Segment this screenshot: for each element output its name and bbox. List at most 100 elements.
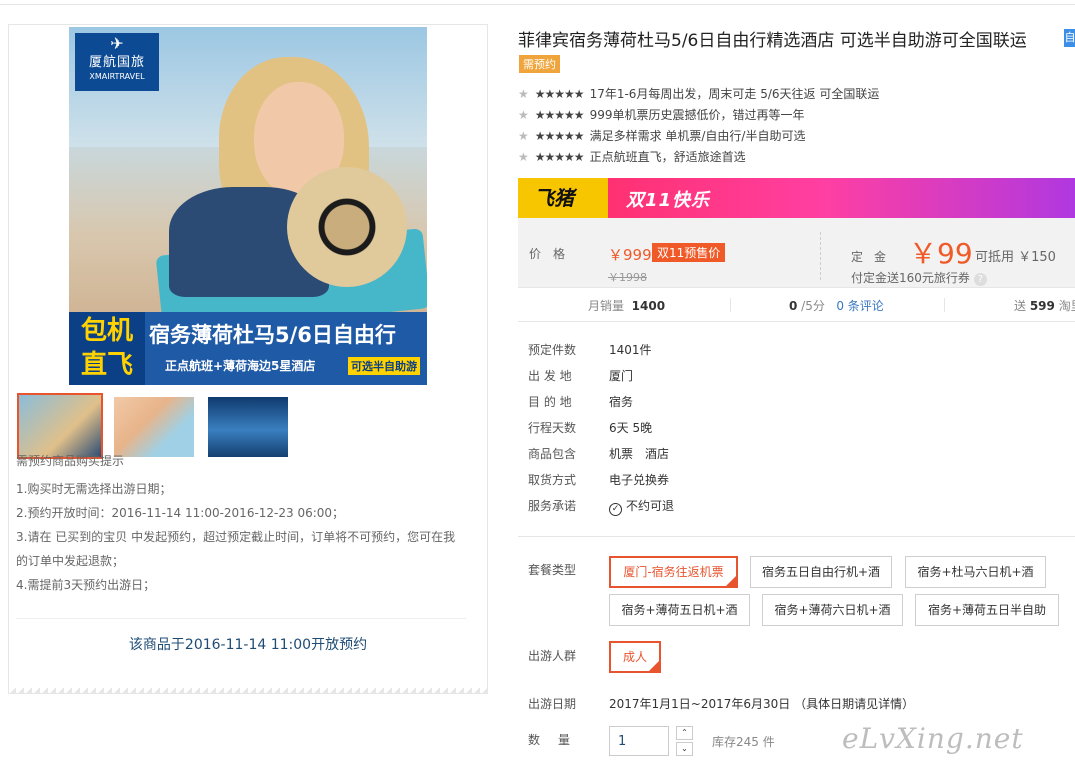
check-circle-icon: ✓ [609,503,622,516]
thumbnail-1[interactable] [17,393,103,459]
brand-name-cn: 厦航国旅 [88,55,145,70]
attr-value: 6天 5晚 [609,421,653,435]
stats-bar: 月销量 1400 0 /5分 0 条评论 送 599 淘里 [518,288,1075,322]
deposit-price: ￥99 [909,237,973,270]
help-icon[interactable]: ? [973,273,987,286]
quantity-decrease-button[interactable]: ⌄ [676,742,693,756]
stats-separator [730,298,731,312]
reservation-notice: 需预约商品购买提示 1.购买时无需选择出游日期； 2.预约开放时间：2016-1… [16,452,466,597]
main-product-image[interactable]: ✈ 厦航国旅 XMAIRTRAVEL 包机 直飞 宿务薄荷杜马5/6日自由行 正… [69,27,427,385]
feature-item: ★ ★★★★★ 满足多样需求 单机票/自由行/半自助可选 [518,128,879,149]
banner-left-line1: 包机 [80,316,133,346]
thumbnail-3[interactable] [208,397,288,457]
zigzag-border [8,688,488,694]
coupon-text: 付定金送160元旅行券 [851,271,970,285]
travel-date-label: 出游日期 [528,697,577,711]
attr-key: 取货方式 [528,473,577,487]
feature-text: 满足多样需求 单机票/自由行/半自助可选 [589,129,806,143]
attr-value: 1401件 [609,343,652,357]
attr-key: 行程天数 [528,421,577,435]
need-reserve-badge: 需预约 [519,55,560,73]
feature-text: 17年1-6月每周出发，周末可走 5/6天往返 可全国联运 [589,87,880,101]
rating-stars: ★★★★★ [534,108,585,122]
thumbnail-2[interactable] [114,397,194,457]
gift-suffix: 淘里 [1058,299,1075,313]
star-icon: ★ [518,87,529,101]
banner-left-line2: 直飞 [80,350,133,380]
deposit-coupon: 付定金送160元旅行券? [851,269,987,286]
score-suffix: /5分 [797,299,825,313]
traveler-type-option[interactable]: 成人 [609,641,661,673]
package-option[interactable]: 宿务+薄荷六日机+酒 [762,594,903,626]
bird-icon: ✈ [110,34,124,53]
top-divider [0,4,1075,5]
original-price: ￥1998 [608,271,647,284]
brand-name-en: XMAIRTRAVEL [89,72,145,81]
star-icon: ★ [518,150,529,164]
attr-value: 机票 酒店 [609,447,670,461]
rating-stars: ★★★★★ [534,150,585,164]
package-option[interactable]: 宿务+薄荷五日机+酒 [609,594,750,626]
feature-list: ★ ★★★★★ 17年1-6月每周出发，周末可走 5/6天往返 可全国联运 ★ ★★★… [518,86,879,170]
attr-key: 服务承诺 [528,499,577,513]
notice-title: 需预约商品购买提示 [16,454,125,468]
price-divider [820,232,821,280]
gift-value: 599 [1029,299,1055,313]
quantity-input[interactable] [609,726,669,756]
attr-value: 电子兑换券 [609,473,670,487]
section-divider [518,536,1075,537]
package-option[interactable]: 宿务+杜马六日机+酒 [905,556,1046,588]
gift-prefix: 送 [1014,299,1030,313]
notice-line-1: 1.购买时无需选择出游日期； [16,482,172,496]
deposit-label: 定金 [851,250,898,264]
attr-key: 出 发 地 [528,369,572,383]
notice-line-3: 3.请在 已买到的宝贝 中发起预约，超过预定截止时间，订单将不可预约，您可在我的… [16,530,456,568]
traveler-type-label: 出游人群 [528,649,577,663]
attr-value: ✓ 不约可退 [609,498,674,516]
feature-item: ★ ★★★★★ 17年1-6月每周出发，周末可走 5/6天往返 可全国联运 [518,86,879,107]
package-option[interactable]: 宿务+薄荷五日半自助 [915,594,1059,626]
xmairtravel-logo: ✈ 厦航国旅 XMAIRTRAVEL [75,33,159,91]
banner-charter-label: 包机 直飞 [69,312,145,385]
product-title: 菲律宾宿务薄荷杜马5/6日自由行精选酒店 可选半自助游可全国联运 [518,31,1027,51]
notice-divider [16,618,466,619]
stats-separator [944,298,945,312]
rating-stars: ★★★★★ [534,129,585,143]
attr-value: 宿务 [609,395,634,409]
feature-text: 正点航班直飞，舒适旅途首选 [589,150,746,164]
rating-stars: ★★★★★ [534,87,585,101]
feature-item: ★ ★★★★★ 正点航班直飞，舒适旅途首选 [518,149,879,170]
quantity-increase-button[interactable]: ⌃ [676,726,693,740]
notice-line-2: 2.预约开放时间：2016-11-14 11:00-2016-12-23 06:… [16,506,345,520]
deposit-deduct: 可抵用 ￥150 [975,250,1056,265]
price-label: 价格 [529,247,578,261]
quantity-label: 数量 [528,733,589,747]
comments-link[interactable]: 0 条评论 [836,299,883,313]
stock-count: 库存245 件 [712,735,775,749]
attr-value: 厦门 [609,369,634,383]
service-promise-text: 不约可退 [626,499,675,513]
site-watermark: eLvXing.net [842,722,1024,755]
star-icon: ★ [518,129,529,143]
monthly-sales-value: 1400 [631,299,666,313]
banner-subtitle: 正点航班+薄荷海边5星酒店 [165,359,316,373]
attr-key: 预定件数 [528,343,577,357]
attr-key: 目 的 地 [528,395,572,409]
monthly-sales-label: 月销量 [588,299,625,313]
banner-tag: 可选半自助游 [348,357,420,375]
feature-item: ★ ★★★★★ 999单机票历史震撼低价，错过再等一年 [518,107,879,128]
points-gift: 送 599 淘里 [1014,297,1075,314]
notice-line-4: 4.需提前3天预约出游日； [16,578,156,592]
review-score: 0 /5分 0 条评论 [789,297,884,314]
attr-key: 商品包含 [528,447,577,461]
fliggy-logo: 飞猪 [518,178,608,218]
presale-tag: 双11预售价 [652,243,726,262]
price-box: 价格 ￥999 双11预售价 ￥1998 定金 ￥99 可抵用 ￥150 付定金… [518,218,1075,288]
straw-hat [287,167,407,287]
package-option[interactable]: 厦门-宿务往返机票 [609,556,738,588]
banner-title: 宿务薄荷杜马5/6日自由行 [149,323,396,347]
package-option[interactable]: 宿务五日自由行机+酒 [750,556,892,588]
feature-text: 999单机票历史震撼低价，错过再等一年 [589,108,805,122]
travel-date-value: 2017年1月1日~2017年6月30日 （具体日期请见详情） [609,697,915,711]
promo-text: 双11快乐 [626,190,711,211]
